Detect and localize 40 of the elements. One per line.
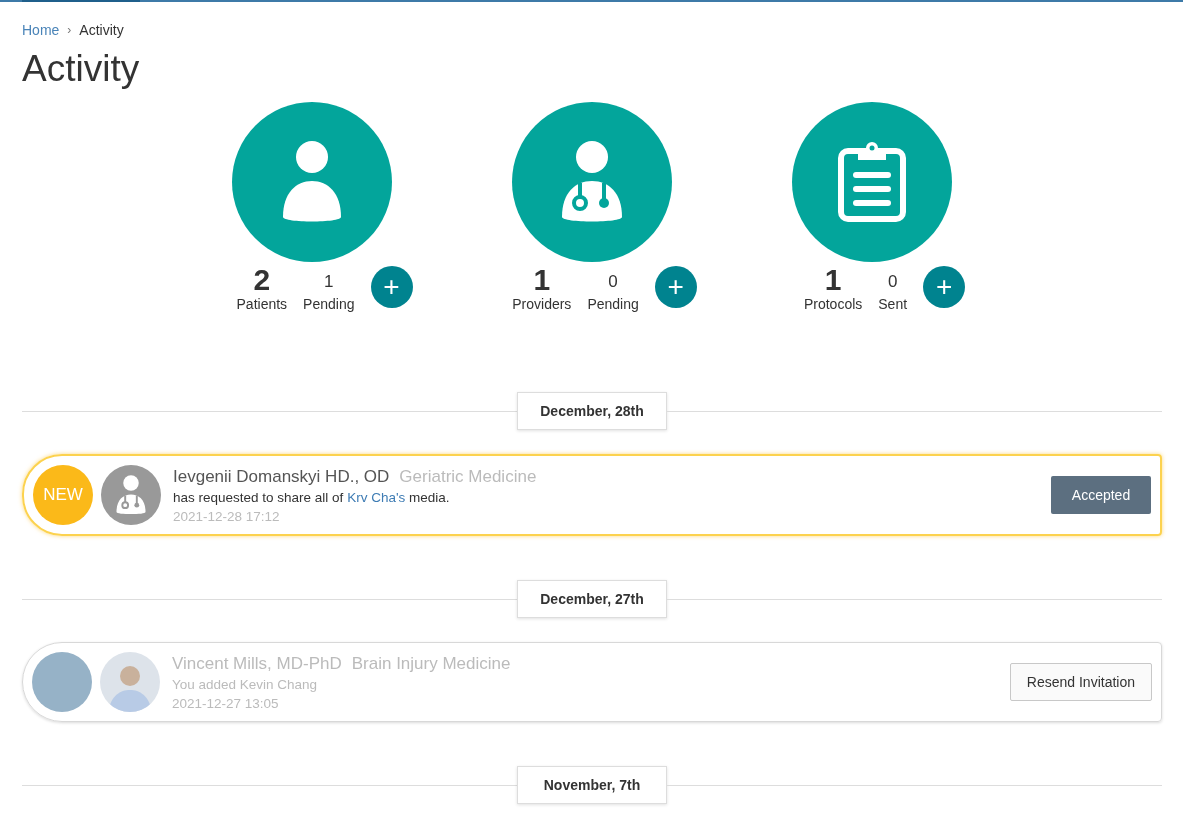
breadcrumb-separator-icon: › xyxy=(67,23,72,37)
doctor-icon xyxy=(561,141,623,223)
provider-name: Ievgenii Domanskyi HD., OD xyxy=(173,466,390,487)
specialty: Geriatric Medicine xyxy=(399,466,537,487)
breadcrumb-link[interactable]: Activity xyxy=(79,22,124,38)
status-circle xyxy=(32,652,92,712)
new-badge: NEW xyxy=(33,465,93,525)
timestamp: 2021-12-28 17:12 xyxy=(173,508,281,524)
stat-sub-label: Pending xyxy=(303,296,355,312)
specialty: Brain Injury Medicine xyxy=(351,653,511,674)
date-label: December, 27th xyxy=(517,580,667,618)
stat-sub-count: 0 xyxy=(887,272,898,292)
clipboard-icon xyxy=(838,142,906,222)
add-button[interactable]: + xyxy=(654,266,697,308)
add-button[interactable]: + xyxy=(923,266,966,308)
photo-placeholder xyxy=(100,652,160,712)
stat-label: Patients xyxy=(236,296,288,312)
stat-count: 1 xyxy=(533,264,551,296)
person-icon xyxy=(282,141,342,223)
date-label: December, 28th xyxy=(517,392,667,430)
breadcrumb-link[interactable]: Home xyxy=(22,22,60,38)
activity-message: You added Kevin Chang xyxy=(172,676,319,692)
stat-sub-count: 1 xyxy=(324,272,334,292)
stat-sub-label: Pending xyxy=(587,296,639,312)
page-title: Activity xyxy=(22,48,141,90)
date-label: November, 7th xyxy=(517,766,667,804)
stat-count: 1 xyxy=(824,264,842,296)
action-button[interactable]: Resend Invitation xyxy=(1009,663,1152,701)
stat-sub-count: 0 xyxy=(608,272,618,292)
timestamp: 2021-12-27 13:05 xyxy=(172,695,280,711)
patient-link[interactable]: Krv Cha's xyxy=(347,489,406,505)
add-button[interactable]: + xyxy=(370,266,413,308)
stat-label: Providers xyxy=(512,296,572,312)
provider-name: Vincent Mills, MD-PhD xyxy=(172,653,342,674)
stat-sub-label: Sent xyxy=(878,296,908,312)
stat-label: Protocols xyxy=(803,296,863,312)
stat-count: 2 xyxy=(253,264,271,296)
doctor-icon xyxy=(116,475,146,515)
action-button[interactable]: Accepted xyxy=(1051,476,1151,514)
activity-message: has requested to share all of Krv Cha's media. xyxy=(173,489,451,505)
